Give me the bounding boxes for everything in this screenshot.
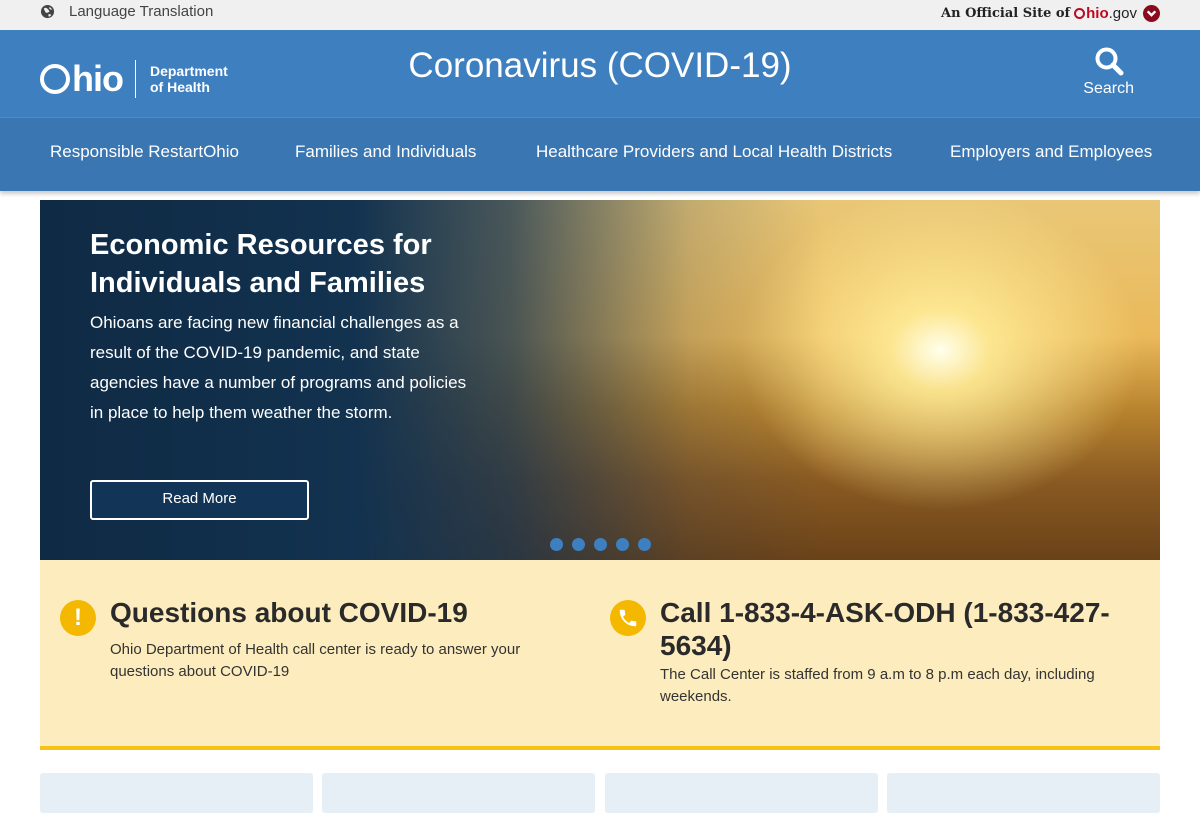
- main-navigation: Responsible RestartOhio Families and Ind…: [0, 117, 1200, 191]
- official-site-label: An Official Site of: [941, 6, 1071, 21]
- utility-bar: Language Translation An Official Site of…: [0, 0, 1200, 30]
- questions-text: Ohio Department of Health call center is…: [110, 641, 521, 680]
- globe-icon: [40, 4, 55, 19]
- phone-icon: [610, 600, 646, 636]
- exclamation-icon: !: [60, 600, 96, 636]
- quick-link-card-3[interactable]: [605, 773, 878, 813]
- language-translation-label: Language Translation: [69, 3, 214, 20]
- nav-item-responsible-restart-ohio[interactable]: Responsible RestartOhio: [50, 142, 239, 162]
- site-header: hio Department of Health Coronavirus (CO…: [0, 30, 1200, 117]
- language-translation-link[interactable]: Language Translation: [40, 3, 213, 20]
- quick-link-card-2[interactable]: [322, 773, 595, 813]
- carousel-dot-3[interactable]: [594, 538, 607, 551]
- carousel-dot-2[interactable]: [572, 538, 585, 551]
- nav-item-families-and-individuals[interactable]: Families and Individuals: [295, 142, 476, 162]
- ohio-gov-hio: hio: [1086, 5, 1109, 22]
- read-more-button[interactable]: Read More: [90, 480, 309, 520]
- call-title: Call 1-833-4-ASK-ODH (1-833-427-5634): [660, 597, 1110, 661]
- hero-description: Ohioans are facing new financial challen…: [90, 313, 467, 422]
- questions-title: Questions about COVID-19: [110, 597, 468, 628]
- hero-title: Economic Resources for Individuals and F…: [90, 229, 432, 299]
- call-text: The Call Center is staffed from 9 a.m to…: [660, 666, 1095, 705]
- ohio-gov-tld: .gov: [1108, 5, 1137, 22]
- nav-item-employers-and-employees[interactable]: Employers and Employees: [950, 142, 1152, 162]
- search-label: Search: [1083, 80, 1134, 97]
- hero-carousel: Economic Resources for Individuals and F…: [40, 200, 1160, 560]
- carousel-dot-4[interactable]: [616, 538, 629, 551]
- quick-link-card-1[interactable]: [40, 773, 313, 813]
- search-button[interactable]: Search: [1083, 46, 1134, 98]
- carousel-dot-5[interactable]: [638, 538, 651, 551]
- info-band: ! Questions about COVID-19 Ohio Departme…: [40, 560, 1160, 750]
- chevron-down-icon[interactable]: [1143, 5, 1160, 22]
- carousel-dot-1[interactable]: [550, 538, 563, 551]
- phone-glyph: [619, 609, 637, 627]
- ohio-o-mark: [1074, 8, 1086, 19]
- official-site-banner[interactable]: An Official Site of hio .gov: [941, 5, 1160, 22]
- ohio-gov-logo: hio .gov: [1074, 5, 1137, 22]
- carousel-dots: [550, 538, 660, 551]
- quick-link-card-4[interactable]: [887, 773, 1160, 813]
- nav-item-healthcare-providers[interactable]: Healthcare Providers and Local Health Di…: [536, 142, 892, 162]
- search-icon: [1095, 47, 1124, 76]
- page-title: Coronavirus (COVID-19): [408, 46, 792, 85]
